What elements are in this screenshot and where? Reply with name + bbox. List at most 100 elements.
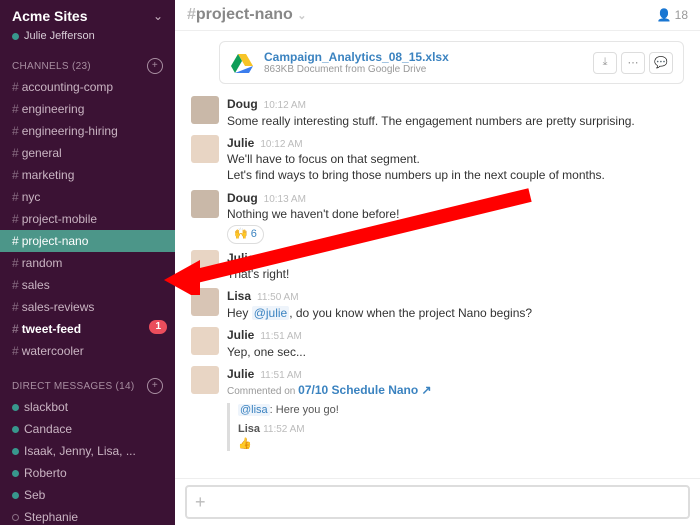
user-icon: 👤 xyxy=(657,8,672,22)
hash-icon: # xyxy=(12,256,19,270)
avatar[interactable] xyxy=(191,288,219,316)
channel-name: project-nano xyxy=(196,6,293,23)
avatar[interactable] xyxy=(191,96,219,124)
message: Julie 11:51 AMYep, one sec... xyxy=(191,327,684,360)
sidebar-dm[interactable]: slackbot xyxy=(0,396,175,418)
mention[interactable]: @lisa xyxy=(238,404,270,416)
message-time: 10:12 AM xyxy=(264,99,306,113)
presence-dot-icon xyxy=(12,492,19,499)
presence-dot-icon xyxy=(12,448,19,455)
channel-title[interactable]: #project-nano ⌄ xyxy=(187,6,306,24)
message-user[interactable]: Doug xyxy=(227,96,258,112)
sidebar-channel-sales[interactable]: #sales xyxy=(0,274,175,296)
avatar[interactable] xyxy=(191,250,219,278)
hash-icon: # xyxy=(12,190,19,204)
message-user[interactable]: Julie xyxy=(227,366,254,382)
sidebar-channel-random[interactable]: #random xyxy=(0,252,175,274)
sidebar-channel-project-nano[interactable]: #project-nano xyxy=(0,230,175,252)
hash-icon: # xyxy=(12,234,19,248)
reaction[interactable]: 🙌 6 xyxy=(227,225,264,244)
file-meta: 863KB Document from Google Drive xyxy=(264,64,449,75)
workspace-header[interactable]: Acme Sites ⌄ xyxy=(0,0,175,30)
avatar[interactable] xyxy=(191,366,219,394)
channels-count: (23) xyxy=(72,61,91,72)
chevron-down-icon: ⌄ xyxy=(153,9,163,23)
hash-icon: # xyxy=(12,168,19,182)
sidebar-channel-nyc[interactable]: #nyc xyxy=(0,186,175,208)
channels-header: CHANNELS (23) + xyxy=(0,52,175,76)
avatar[interactable] xyxy=(191,327,219,355)
sidebar-channel-tweet-feed[interactable]: #tweet-feed1 xyxy=(0,318,175,340)
message: Doug10:13 AMNothing we haven't done befo… xyxy=(191,190,684,245)
sidebar-channel-general[interactable]: #general xyxy=(0,142,175,164)
hash-icon: # xyxy=(12,344,19,358)
download-icon[interactable]: ⤓ xyxy=(593,52,617,74)
message-user[interactable]: Julie xyxy=(227,135,254,151)
sidebar-channel-marketing[interactable]: #marketing xyxy=(0,164,175,186)
message: Lisa 11:50 AMHey @julie, do you know when… xyxy=(191,288,684,321)
message-body: Hey @julie, do you know when the project… xyxy=(227,305,684,321)
sidebar-channel-watercooler[interactable]: #watercooler xyxy=(0,340,175,362)
add-channel-icon[interactable]: + xyxy=(147,58,163,74)
dms-count: (14) xyxy=(116,381,135,392)
current-user-name: Julie Jefferson xyxy=(24,30,95,42)
main-pane: #project-nano ⌄ 👤18 Campaign_Analytics_0… xyxy=(175,0,700,525)
sidebar-dm[interactable]: Isaak, Jenny, Lisa, ... xyxy=(0,440,175,462)
sidebar-channel-accounting-comp[interactable]: #accounting-comp xyxy=(0,76,175,98)
channel-header: #project-nano ⌄ 👤18 xyxy=(175,0,700,31)
message-body: Yep, one sec... xyxy=(227,344,684,360)
dms-label: DIRECT MESSAGES xyxy=(12,381,112,392)
message-time: 11:51 AM xyxy=(260,330,302,344)
google-drive-icon xyxy=(230,51,254,75)
sidebar-channel-sales-reviews[interactable]: #sales-reviews xyxy=(0,296,175,318)
message-user[interactable]: Julie xyxy=(227,250,254,266)
hash-icon: # xyxy=(12,322,19,336)
add-dm-icon[interactable]: + xyxy=(147,378,163,394)
presence-dot-icon xyxy=(12,426,19,433)
chevron-down-icon: ⌄ xyxy=(297,10,306,22)
sidebar-dm[interactable]: Candace xyxy=(0,418,175,440)
message-user[interactable]: Doug xyxy=(227,190,258,206)
current-user[interactable]: Julie Jefferson xyxy=(0,30,175,52)
message-time: 10:13 AM xyxy=(264,193,306,207)
hash-icon: # xyxy=(12,102,19,116)
message-time: 10:12 AM xyxy=(260,138,302,152)
member-count[interactable]: 👤18 xyxy=(657,8,688,22)
unread-badge: 1 xyxy=(149,320,167,334)
message-time: 11:51 AM xyxy=(260,369,302,383)
sidebar-dm[interactable]: Seb xyxy=(0,484,175,506)
channels-label: CHANNELS xyxy=(12,61,69,72)
message-user[interactable]: Julie xyxy=(227,327,254,343)
message-body: Some really interesting stuff. The engag… xyxy=(227,113,684,129)
presence-dot-icon xyxy=(12,404,19,411)
avatar[interactable] xyxy=(191,135,219,163)
message-input[interactable]: + xyxy=(185,485,690,519)
mention[interactable]: @julie xyxy=(252,306,290,320)
message-time: 11:50 AM xyxy=(257,291,299,305)
message: JulieThat's right! xyxy=(191,250,684,282)
hash-icon: # xyxy=(12,300,19,314)
sidebar-channel-engineering[interactable]: #engineering xyxy=(0,98,175,120)
presence-dot-icon xyxy=(12,470,19,477)
sidebar-dm[interactable]: Roberto xyxy=(0,462,175,484)
hash-icon: # xyxy=(12,146,19,160)
comment-icon[interactable]: 💬 xyxy=(649,52,673,74)
sidebar-dm[interactable]: Stephanie xyxy=(0,506,175,525)
message: Julie10:12 AMWe'll have to focus on that… xyxy=(191,135,684,184)
sidebar-channel-project-mobile[interactable]: #project-mobile xyxy=(0,208,175,230)
message-user[interactable]: Lisa xyxy=(227,288,251,304)
file-attachment[interactable]: Campaign_Analytics_08_15.xlsx 863KB Docu… xyxy=(219,41,684,84)
message-body: That's right! xyxy=(227,266,684,282)
message: Julie11:51 AMCommented on 07/10 Schedule… xyxy=(191,366,684,452)
hash-icon: # xyxy=(12,212,19,226)
avatar[interactable] xyxy=(191,190,219,218)
sidebar-channel-engineering-hiring[interactable]: #engineering-hiring xyxy=(0,120,175,142)
more-icon[interactable]: ⋯ xyxy=(621,52,645,74)
comment-link[interactable]: 07/10 Schedule Nano ↗ xyxy=(298,383,431,397)
presence-dot-icon xyxy=(12,33,19,40)
sidebar: Acme Sites ⌄ Julie Jefferson CHANNELS (2… xyxy=(0,0,175,525)
dms-header: DIRECT MESSAGES (14) + xyxy=(0,372,175,396)
plus-icon[interactable]: + xyxy=(195,492,206,513)
hash-icon: # xyxy=(12,124,19,138)
message-input-row: + xyxy=(175,478,700,525)
